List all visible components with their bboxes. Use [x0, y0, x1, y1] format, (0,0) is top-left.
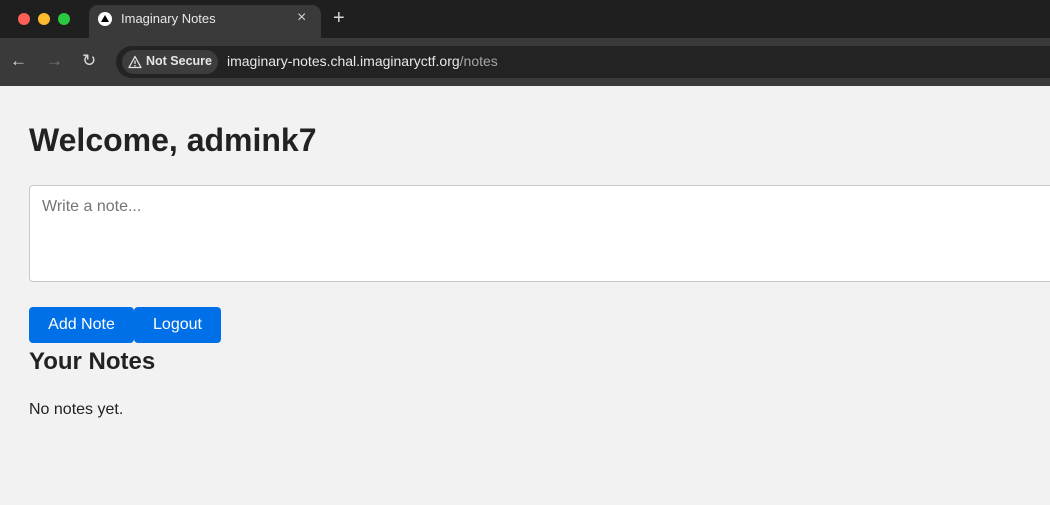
note-input[interactable]	[29, 185, 1050, 282]
add-note-button[interactable]: Add Note	[29, 307, 134, 343]
site-favicon-icon	[98, 12, 112, 26]
new-tab-button[interactable]: +	[333, 7, 345, 29]
reload-icon[interactable]: ↻	[82, 49, 96, 73]
tab-close-icon[interactable]: ×	[297, 9, 306, 27]
page-content: Welcome, admink7 Add Note Logout Your No…	[0, 86, 1050, 505]
url-text[interactable]: imaginary-notes.chal.imaginaryctf.org/no…	[227, 53, 498, 69]
browser-toolbar: ← → ↻ Not Secure imaginary-notes.chal.im…	[0, 38, 1050, 86]
logout-button[interactable]: Logout	[134, 307, 221, 343]
notes-heading: Your Notes	[29, 348, 156, 375]
forward-arrow-icon[interactable]: →	[46, 49, 63, 73]
back-arrow-icon[interactable]: ←	[10, 49, 27, 73]
empty-notes-message: No notes yet.	[29, 401, 124, 418]
url-host: imaginary-notes.chal.imaginaryctf.org	[227, 53, 460, 69]
warning-triangle-icon	[128, 55, 142, 69]
browser-tab[interactable]: Imaginary Notes ×	[89, 5, 321, 38]
browser-titlebar: Imaginary Notes × +	[0, 0, 1050, 38]
tab-title: Imaginary Notes	[121, 11, 216, 26]
page-title: Welcome, admink7	[29, 122, 317, 158]
zoom-window-button[interactable]	[58, 13, 70, 25]
close-window-button[interactable]	[18, 13, 30, 25]
minimize-window-button[interactable]	[38, 13, 50, 25]
url-path: /notes	[459, 53, 498, 69]
not-secure-label: Not Secure	[146, 54, 212, 68]
security-indicator[interactable]: Not Secure	[122, 50, 218, 74]
address-bar[interactable]: Not Secure imaginary-notes.chal.imaginar…	[116, 46, 1050, 78]
